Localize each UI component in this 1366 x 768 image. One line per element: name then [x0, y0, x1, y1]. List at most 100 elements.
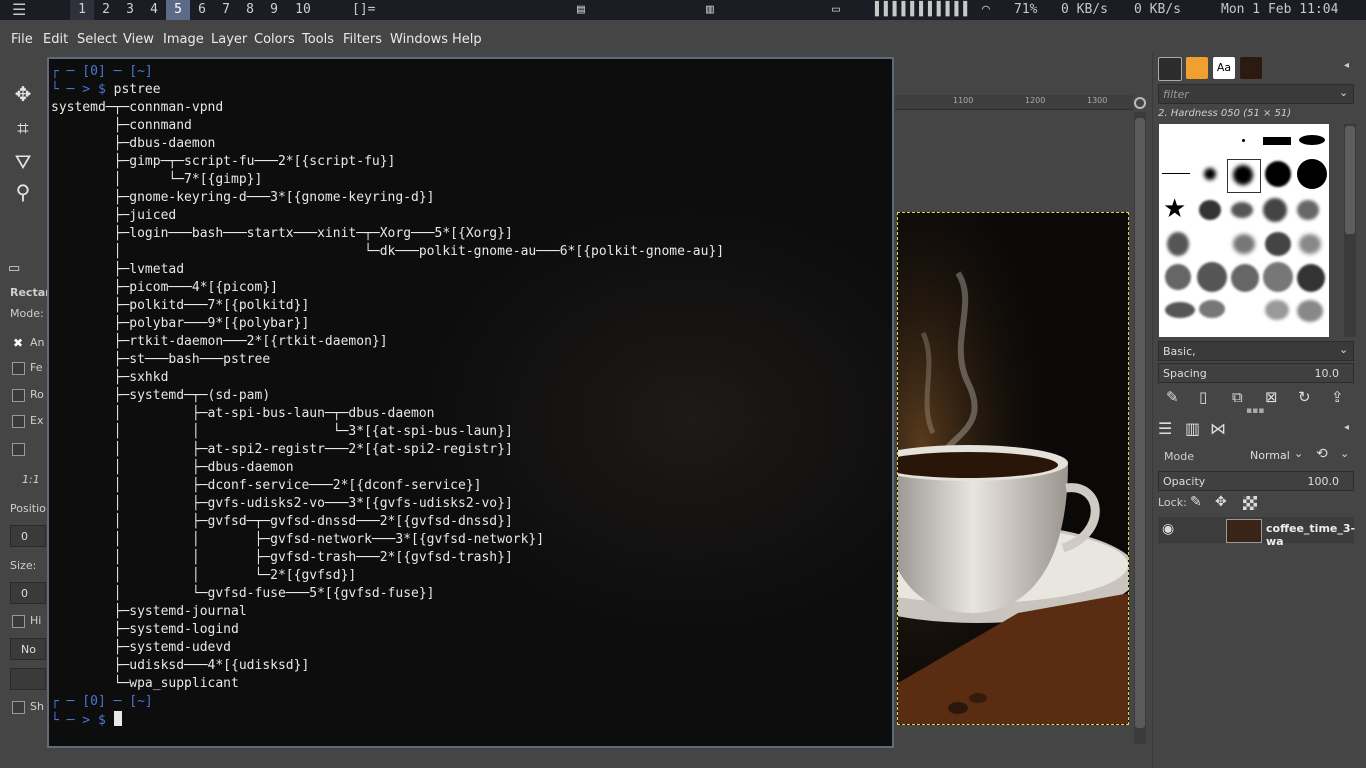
zoom-tool-icon[interactable]: ⚲: [10, 179, 36, 205]
new-brush-icon[interactable]: ▯: [1199, 388, 1207, 406]
feather-checkbox[interactable]: [12, 362, 25, 375]
brush-item[interactable]: [1297, 300, 1323, 322]
brush-grid[interactable]: ★: [1159, 124, 1329, 337]
shrink-merged-checkbox[interactable]: [12, 701, 25, 714]
menu-layer[interactable]: Layer: [211, 27, 247, 53]
menu-tools[interactable]: Tools: [302, 27, 334, 53]
menu-icon[interactable]: ☰: [12, 0, 26, 20]
menu-image[interactable]: Image: [163, 27, 204, 53]
images-tab-icon[interactable]: [1240, 57, 1262, 79]
brush-item[interactable]: [1299, 135, 1325, 145]
brush-scrollbar-thumb[interactable]: [1345, 126, 1355, 234]
edit-brush-icon[interactable]: ✎: [1166, 388, 1179, 406]
brush-item[interactable]: [1297, 200, 1319, 220]
expand-checkbox[interactable]: [12, 415, 25, 428]
refresh-brushes-icon[interactable]: ↻: [1298, 388, 1311, 406]
brush-filter-input[interactable]: filter: [1158, 84, 1354, 104]
tool-options-tab-icon[interactable]: ▭: [8, 261, 28, 277]
brush-item[interactable]: [1297, 264, 1325, 292]
lock-alpha-icon[interactable]: [1243, 496, 1257, 510]
reset-mode-icon[interactable]: ⟲: [1316, 446, 1328, 462]
patterns-tab-icon[interactable]: [1186, 57, 1208, 79]
brush-item[interactable]: [1299, 234, 1321, 254]
workspace-7[interactable]: 7: [214, 0, 238, 20]
brush-item[interactable]: [1263, 262, 1293, 292]
dock-menu-icon[interactable]: ◂: [1344, 60, 1349, 71]
menu-select[interactable]: Select: [77, 27, 117, 53]
brush-item[interactable]: [1231, 202, 1253, 218]
brush-item[interactable]: [1231, 264, 1259, 292]
ratio-value[interactable]: 1:1: [22, 473, 40, 486]
workspace-5[interactable]: 5: [166, 0, 190, 20]
brush-item[interactable]: [1233, 234, 1255, 254]
duplicate-brush-icon[interactable]: ⧉: [1232, 388, 1243, 406]
workspace-3[interactable]: 3: [118, 0, 142, 20]
spacing-field[interactable]: Spacing 10.0: [1158, 363, 1354, 383]
brush-item[interactable]: [1199, 300, 1225, 318]
eye-icon[interactable]: ◉: [1162, 521, 1174, 537]
lock-position-icon[interactable]: ✥: [1215, 494, 1227, 510]
open-brush-icon[interactable]: ⇪: [1331, 388, 1344, 406]
brush-item[interactable]: [1199, 200, 1221, 220]
brush-item[interactable]: [1162, 173, 1190, 174]
brush-item[interactable]: [1233, 165, 1253, 185]
layer-row[interactable]: ◉ coffee_time_3-wa: [1158, 517, 1355, 548]
highlight-checkbox[interactable]: [12, 615, 25, 628]
channels-tab-icon[interactable]: ▥: [1185, 419, 1200, 438]
brush-item[interactable]: [1204, 168, 1216, 180]
brush-item[interactable]: [1265, 161, 1291, 187]
brush-item[interactable]: [1167, 232, 1189, 256]
brush-item[interactable]: [1265, 232, 1291, 256]
workspace-1[interactable]: 1: [70, 0, 94, 20]
position-field[interactable]: 0: [10, 525, 46, 547]
menu-file[interactable]: File: [11, 27, 33, 53]
dock-separator-handle[interactable]: ▪▪▪: [1246, 406, 1264, 416]
brush-item[interactable]: [1242, 139, 1245, 142]
menu-help[interactable]: Help: [452, 27, 482, 53]
terminal-window[interactable]: ┌ ─ [0] ─ [~] └ ─ > $ pstree systemd─┬─c…: [47, 57, 894, 748]
delete-brush-icon[interactable]: ⊠: [1265, 388, 1278, 406]
guides-select[interactable]: No gu: [10, 638, 46, 678]
antialias-checkbox[interactable]: ✖: [13, 336, 23, 350]
brush-item[interactable]: [1165, 302, 1195, 318]
brush-item[interactable]: [1297, 159, 1327, 189]
layout-indicator[interactable]: []=: [352, 0, 375, 20]
move-tool-icon[interactable]: ✥: [10, 81, 36, 107]
layer-mode-select[interactable]: Normal: [1250, 449, 1290, 462]
brush-item[interactable]: [1165, 264, 1191, 290]
workspace-10[interactable]: 10: [290, 0, 316, 20]
lock-pixels-icon[interactable]: ✎: [1190, 494, 1202, 510]
menu-view[interactable]: View: [123, 27, 154, 53]
workspace-9[interactable]: 9: [262, 0, 286, 20]
fonts-tab-icon[interactable]: Aa: [1213, 57, 1235, 79]
workspace-6[interactable]: 6: [190, 0, 214, 20]
workspace-4[interactable]: 4: [142, 0, 166, 20]
bucket-tool-icon[interactable]: ⛛: [10, 149, 36, 175]
chevron-down-icon[interactable]: ⌄: [1340, 447, 1349, 460]
menu-windows[interactable]: Windows: [390, 27, 448, 53]
menu-colors[interactable]: Colors: [254, 27, 295, 53]
chevron-down-icon[interactable]: ⌄: [1339, 86, 1348, 99]
size-field[interactable]: 0: [10, 582, 46, 604]
menu-filters[interactable]: Filters: [343, 27, 382, 53]
paths-tab-icon[interactable]: ⋈: [1210, 419, 1226, 438]
round-corners-checkbox[interactable]: [12, 389, 25, 402]
crop-tool-icon[interactable]: ⌗: [10, 115, 36, 141]
star-brush-icon[interactable]: ★: [1163, 194, 1186, 224]
navigate-icon[interactable]: [1134, 97, 1146, 109]
chevron-down-icon[interactable]: ⌄: [1294, 447, 1303, 460]
brush-item[interactable]: [1263, 198, 1287, 222]
opacity-field[interactable]: Opacity 100.0: [1158, 471, 1354, 491]
brush-item[interactable]: [1197, 262, 1227, 292]
workspace-2[interactable]: 2: [94, 0, 118, 20]
chevron-down-icon[interactable]: ⌄: [1339, 343, 1348, 356]
workspace-8[interactable]: 8: [238, 0, 262, 20]
brushes-tab-icon[interactable]: [1158, 57, 1182, 81]
scrollbar-thumb[interactable]: [1135, 118, 1145, 728]
dock-menu-icon[interactable]: ◂: [1344, 422, 1349, 433]
brush-tag-select[interactable]: Basic,: [1158, 341, 1354, 361]
fixed-checkbox[interactable]: [12, 443, 25, 456]
brush-item[interactable]: [1263, 137, 1291, 145]
layers-tab-icon[interactable]: ☰: [1158, 419, 1172, 438]
menu-edit[interactable]: Edit: [43, 27, 68, 53]
